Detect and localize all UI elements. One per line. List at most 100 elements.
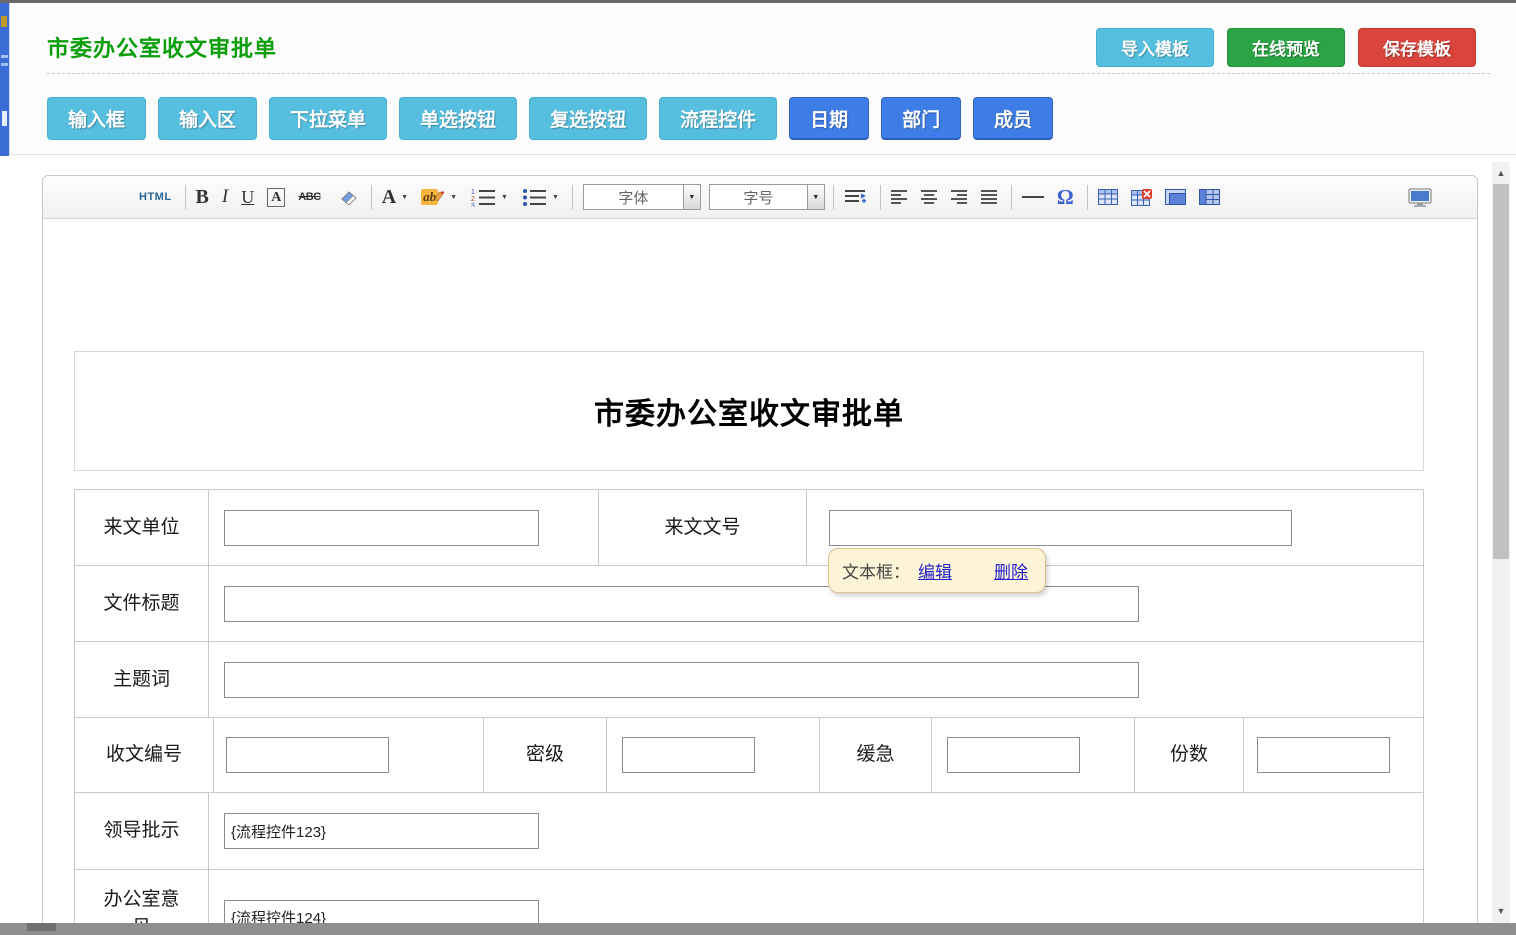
window-top-edge bbox=[0, 0, 1516, 3]
scroll-up-arrow[interactable]: ▲ bbox=[1492, 164, 1510, 182]
widget-tooltip: 文本框： 编辑 删除 bbox=[828, 548, 1046, 593]
indent-icon bbox=[844, 189, 867, 206]
leader-note-input[interactable] bbox=[224, 813, 539, 849]
add-checkbox-button[interactable]: 复选按钮 bbox=[529, 97, 647, 140]
label-copies: 份数 bbox=[1134, 718, 1243, 792]
table-icon bbox=[1098, 189, 1118, 205]
cell-subject bbox=[208, 642, 1425, 717]
strip-artifact bbox=[1, 55, 8, 58]
copies-input[interactable] bbox=[1257, 737, 1390, 773]
label-urgency: 缓急 bbox=[819, 718, 931, 792]
scrollbar-thumb[interactable] bbox=[1493, 184, 1509, 559]
bullet-list-button[interactable]: ▼ bbox=[521, 187, 559, 207]
add-flow-control-button[interactable]: 流程控件 bbox=[659, 97, 777, 140]
add-member-button[interactable]: 成员 bbox=[973, 97, 1053, 140]
inline-style-button[interactable]: A bbox=[267, 188, 285, 207]
cell-secrecy bbox=[606, 718, 819, 792]
strip-artifact bbox=[1, 16, 7, 27]
font-size-select[interactable]: 字号 ▼ bbox=[709, 184, 825, 210]
strip-artifact bbox=[1, 63, 8, 66]
label-subject: 主题词 bbox=[75, 642, 208, 717]
table-props-icon bbox=[1199, 189, 1220, 205]
chevron-down-icon: ▼ bbox=[501, 194, 508, 201]
add-dropdown-button[interactable]: 下拉菜单 bbox=[269, 97, 387, 140]
chevron-down-icon: ▼ bbox=[401, 194, 408, 201]
table-delete-icon bbox=[1131, 189, 1152, 206]
dotted-divider bbox=[47, 73, 1490, 74]
align-right-button[interactable] bbox=[951, 190, 968, 205]
ordered-list-button[interactable]: 1 2 3 ▼ bbox=[470, 187, 508, 207]
horizontal-rule-icon bbox=[1022, 196, 1044, 198]
chevron-down-icon: ▼ bbox=[450, 194, 457, 201]
add-department-button[interactable]: 部门 bbox=[881, 97, 961, 140]
font-family-select[interactable]: 字体 ▼ bbox=[583, 184, 701, 210]
header-actions: 导入模板 在线预览 保存模板 bbox=[1096, 28, 1476, 67]
subject-input[interactable] bbox=[224, 662, 1139, 698]
html-source-button[interactable]: HTML bbox=[139, 191, 172, 203]
ordered-list-icon: 1 2 3 bbox=[470, 187, 496, 207]
table-cell-icon bbox=[1165, 189, 1186, 205]
eraser-icon bbox=[334, 189, 358, 206]
align-justify-icon bbox=[981, 190, 998, 205]
add-textarea-button[interactable]: 输入区 bbox=[158, 97, 257, 140]
form-title-box: 市委办公室收文审批单 bbox=[74, 351, 1424, 471]
vertical-scrollbar[interactable]: ▲ ▼ bbox=[1492, 162, 1510, 935]
tooltip-edit-link[interactable]: 编辑 bbox=[918, 558, 952, 583]
table-row: 来文单位 来文文号 bbox=[75, 490, 1423, 565]
table-row: 文件标题 bbox=[75, 565, 1423, 641]
receipt-no-input[interactable] bbox=[226, 737, 389, 773]
bold-button[interactable]: B bbox=[196, 186, 209, 209]
cell-copies bbox=[1243, 718, 1425, 792]
italic-button[interactable]: I bbox=[222, 186, 228, 208]
align-justify-button[interactable] bbox=[981, 190, 998, 205]
page-title: 市委办公室收文审批单 bbox=[47, 31, 277, 63]
table-cell-button[interactable] bbox=[1165, 189, 1186, 205]
svg-text:2: 2 bbox=[471, 196, 475, 203]
label-secrecy: 密级 bbox=[483, 718, 606, 792]
indent-button[interactable] bbox=[844, 189, 867, 206]
table-props-button[interactable] bbox=[1199, 189, 1220, 205]
monitor-icon bbox=[1408, 188, 1432, 208]
font-color-icon: A bbox=[382, 186, 396, 209]
cell-source-unit bbox=[208, 490, 598, 565]
fullscreen-button[interactable] bbox=[1408, 176, 1432, 219]
form-table: 来文单位 来文文号 文件标题 bbox=[74, 489, 1424, 935]
toolbar-separator bbox=[880, 185, 881, 210]
editor-content[interactable]: 市委办公室收文审批单 来文单位 来文文号 文件标题 bbox=[43, 219, 1477, 935]
delete-table-button[interactable] bbox=[1131, 189, 1152, 206]
add-input-box-button[interactable]: 输入框 bbox=[47, 97, 146, 140]
align-left-button[interactable] bbox=[891, 190, 908, 205]
eraser-button[interactable] bbox=[334, 189, 358, 206]
secrecy-input[interactable] bbox=[622, 737, 755, 773]
special-char-button[interactable]: Ω bbox=[1057, 185, 1074, 210]
insert-table-button[interactable] bbox=[1098, 189, 1118, 205]
doc-number-input[interactable] bbox=[829, 510, 1292, 546]
online-preview-button[interactable]: 在线预览 bbox=[1227, 28, 1345, 67]
urgency-input[interactable] bbox=[947, 737, 1080, 773]
cell-doc-title bbox=[208, 566, 1425, 641]
strip-artifact bbox=[2, 111, 7, 126]
save-template-button[interactable]: 保存模板 bbox=[1358, 28, 1476, 67]
toolbar-separator bbox=[1087, 185, 1088, 210]
label-leader-note: 领导批示 bbox=[75, 793, 208, 869]
highlight-color-button[interactable]: ab ▼ bbox=[421, 189, 457, 205]
import-template-button[interactable]: 导入模板 bbox=[1096, 28, 1214, 67]
tooltip-delete-link[interactable]: 删除 bbox=[994, 558, 1028, 583]
table-row: 领导批示 bbox=[75, 792, 1423, 869]
underline-button[interactable]: U bbox=[241, 187, 254, 208]
font-color-button[interactable]: A ▼ bbox=[382, 186, 408, 209]
editor-toolbar: HTML B I U A ABC A ▼ ab bbox=[43, 176, 1477, 219]
strikethrough-button[interactable]: ABC bbox=[298, 191, 320, 203]
label-doc-number: 来文文号 bbox=[598, 490, 806, 565]
scroll-down-arrow[interactable]: ▼ bbox=[1492, 902, 1510, 920]
add-radio-button[interactable]: 单选按钮 bbox=[399, 97, 517, 140]
align-center-button[interactable] bbox=[921, 190, 938, 205]
horizontal-rule-button[interactable] bbox=[1022, 196, 1044, 198]
add-date-button[interactable]: 日期 bbox=[789, 97, 869, 140]
source-unit-input[interactable] bbox=[224, 510, 539, 546]
toolbar-separator bbox=[371, 185, 372, 210]
cell-urgency bbox=[931, 718, 1134, 792]
rich-text-editor: HTML B I U A ABC A ▼ ab bbox=[42, 175, 1478, 935]
header: 市委办公室收文审批单 导入模板 在线预览 保存模板 输入框 输入区 下拉菜单 单… bbox=[9, 3, 1516, 155]
font-size-value: 字号 bbox=[710, 187, 807, 208]
